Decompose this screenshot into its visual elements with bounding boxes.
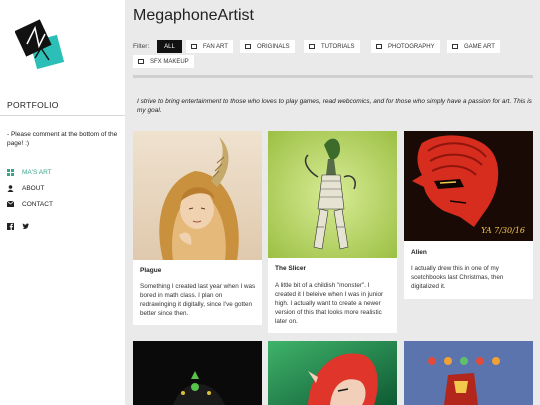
- artist-signature: YA 7/30/16: [481, 226, 525, 235]
- card-thumbnail[interactable]: [133, 131, 262, 260]
- user-icon: [7, 184, 14, 192]
- site-logo[interactable]: [14, 18, 67, 70]
- filter-game-art[interactable]: GAME ART: [447, 40, 500, 53]
- portfolio-card[interactable]: [404, 341, 533, 405]
- card-description: Something I created last year when I was…: [140, 283, 256, 317]
- filter-sfx-makeup[interactable]: SFX MAKEUP: [133, 55, 194, 68]
- grid-icon: [7, 168, 14, 176]
- card-description: I actually drew this in one of my scetch…: [411, 265, 504, 290]
- card-thumbnail[interactable]: [268, 131, 397, 258]
- card-thumbnail[interactable]: [133, 341, 262, 405]
- card-thumbnail[interactable]: YA 7/30/16: [404, 131, 533, 241]
- portfolio-card-plague[interactable]: Plague Something I created last year whe…: [133, 131, 262, 325]
- filter-label-text: SFX MAKEUP: [150, 58, 189, 65]
- filter-label: Filter:: [133, 43, 150, 50]
- filter-label-text: TUTORIALS: [321, 43, 355, 50]
- card-title[interactable]: Alien: [411, 249, 427, 256]
- card-thumbnail[interactable]: [404, 341, 533, 405]
- filter-photography[interactable]: PHOTOGRAPHY: [371, 40, 440, 53]
- filter-tutorials[interactable]: TUTORIALS: [304, 40, 360, 53]
- header-divider: [133, 75, 533, 78]
- filter-all[interactable]: ALL: [157, 40, 182, 53]
- image-icon: [452, 44, 458, 49]
- nav-item-about[interactable]: ABOUT: [7, 180, 53, 196]
- sidebar-divider: [0, 115, 125, 116]
- image-icon: [138, 59, 144, 64]
- filter-fan-art[interactable]: FAN ART: [186, 40, 233, 53]
- filter-originals[interactable]: ORIGINALS: [240, 40, 295, 53]
- intro-text: I strive to bring entertainment to those…: [137, 98, 532, 114]
- portfolio-card[interactable]: [133, 341, 262, 405]
- site-title[interactable]: MegaphoneArtist: [133, 7, 254, 25]
- card-title[interactable]: Plague: [140, 267, 161, 274]
- nav-item-label: ABOUT: [22, 184, 45, 192]
- image-icon: [376, 44, 382, 49]
- filter-label-text: GAME ART: [464, 43, 495, 50]
- portfolio-title: PORTFOLIO: [7, 100, 59, 110]
- filter-label-text: ORIGINALS: [257, 43, 290, 50]
- image-icon: [191, 44, 197, 49]
- card-description: A little bit of a childish "monster". I …: [275, 282, 384, 325]
- sidebar: PORTFOLIO - Please comment at the bottom…: [0, 0, 125, 405]
- filter-label-text: FAN ART: [203, 43, 228, 50]
- filter-label-text: PHOTOGRAPHY: [388, 43, 435, 50]
- card-title[interactable]: The Slicer: [275, 265, 306, 272]
- portfolio-card-alien[interactable]: YA 7/30/16 Alien I actually drew this in…: [404, 131, 533, 299]
- portfolio-card[interactable]: [268, 341, 397, 405]
- nav-item-label: MA'S ART: [22, 168, 52, 176]
- envelope-icon: [7, 201, 14, 208]
- portfolio-card-the-slicer[interactable]: The Slicer A little bit of a childish "m…: [268, 131, 397, 333]
- filter-label-text: ALL: [164, 43, 175, 50]
- image-icon: [245, 44, 251, 49]
- card-thumbnail[interactable]: [268, 341, 397, 405]
- nav-item-mas-art[interactable]: MA'S ART: [7, 164, 53, 180]
- nav-item-label: CONTACT: [22, 200, 53, 208]
- image-icon: [309, 44, 315, 49]
- social-links: [7, 223, 29, 230]
- facebook-icon[interactable]: [7, 223, 14, 230]
- sidebar-note: - Please comment at the bottom of the pa…: [7, 131, 118, 147]
- twitter-icon[interactable]: [22, 223, 29, 230]
- nav-item-contact[interactable]: CONTACT: [7, 196, 53, 212]
- sidebar-nav: MA'S ART ABOUT CONTACT: [7, 164, 53, 212]
